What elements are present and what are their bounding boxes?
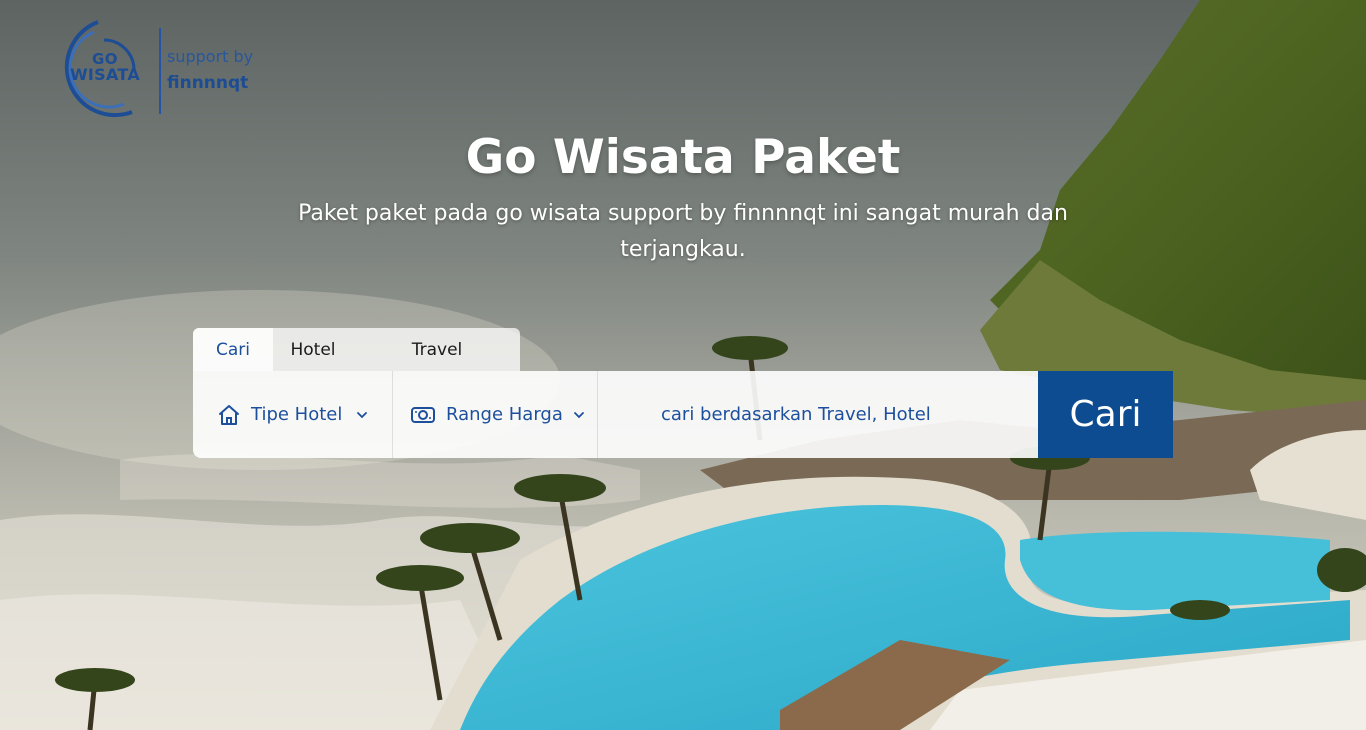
tab-cari[interactable]: Cari [193, 328, 273, 371]
price-range-dropdown[interactable]: Range Harga [410, 371, 585, 458]
search-tabs: Cari Hotel Travel [193, 328, 520, 371]
logo-wordmark: GO WISATA [68, 52, 142, 83]
money-icon [410, 405, 436, 425]
search-button[interactable]: Cari [1038, 371, 1173, 458]
tab-travel[interactable]: Travel [397, 328, 477, 371]
logo-support-text: support by [167, 47, 254, 66]
hotel-type-label: Tipe Hotel [251, 404, 343, 425]
hero-section: GO WISATA support by finnnnqt Go Wisata … [0, 0, 1366, 730]
tab-hotel[interactable]: Hotel [273, 328, 353, 371]
search-panel: Tipe Hotel Range Harga [193, 371, 1038, 458]
chevron-down-icon [356, 411, 368, 419]
search-input[interactable] [599, 371, 1029, 458]
page-subtitle: Paket paket pada go wisata support by fi… [298, 201, 1068, 262]
filter-divider [597, 371, 598, 458]
chevron-down-icon [573, 411, 585, 419]
logo-line-wisata: WISATA [69, 65, 141, 84]
price-range-label: Range Harga [446, 404, 563, 425]
logo-divider [159, 28, 161, 114]
brand-logo[interactable]: GO WISATA support by finnnnqt [36, 18, 266, 122]
hotel-type-dropdown[interactable]: Tipe Hotel [217, 371, 368, 458]
filter-divider [392, 371, 393, 458]
home-icon [217, 404, 241, 426]
page-title: Go Wisata Paket [465, 130, 901, 185]
logo-brand-name: finnnnqt [167, 73, 249, 93]
